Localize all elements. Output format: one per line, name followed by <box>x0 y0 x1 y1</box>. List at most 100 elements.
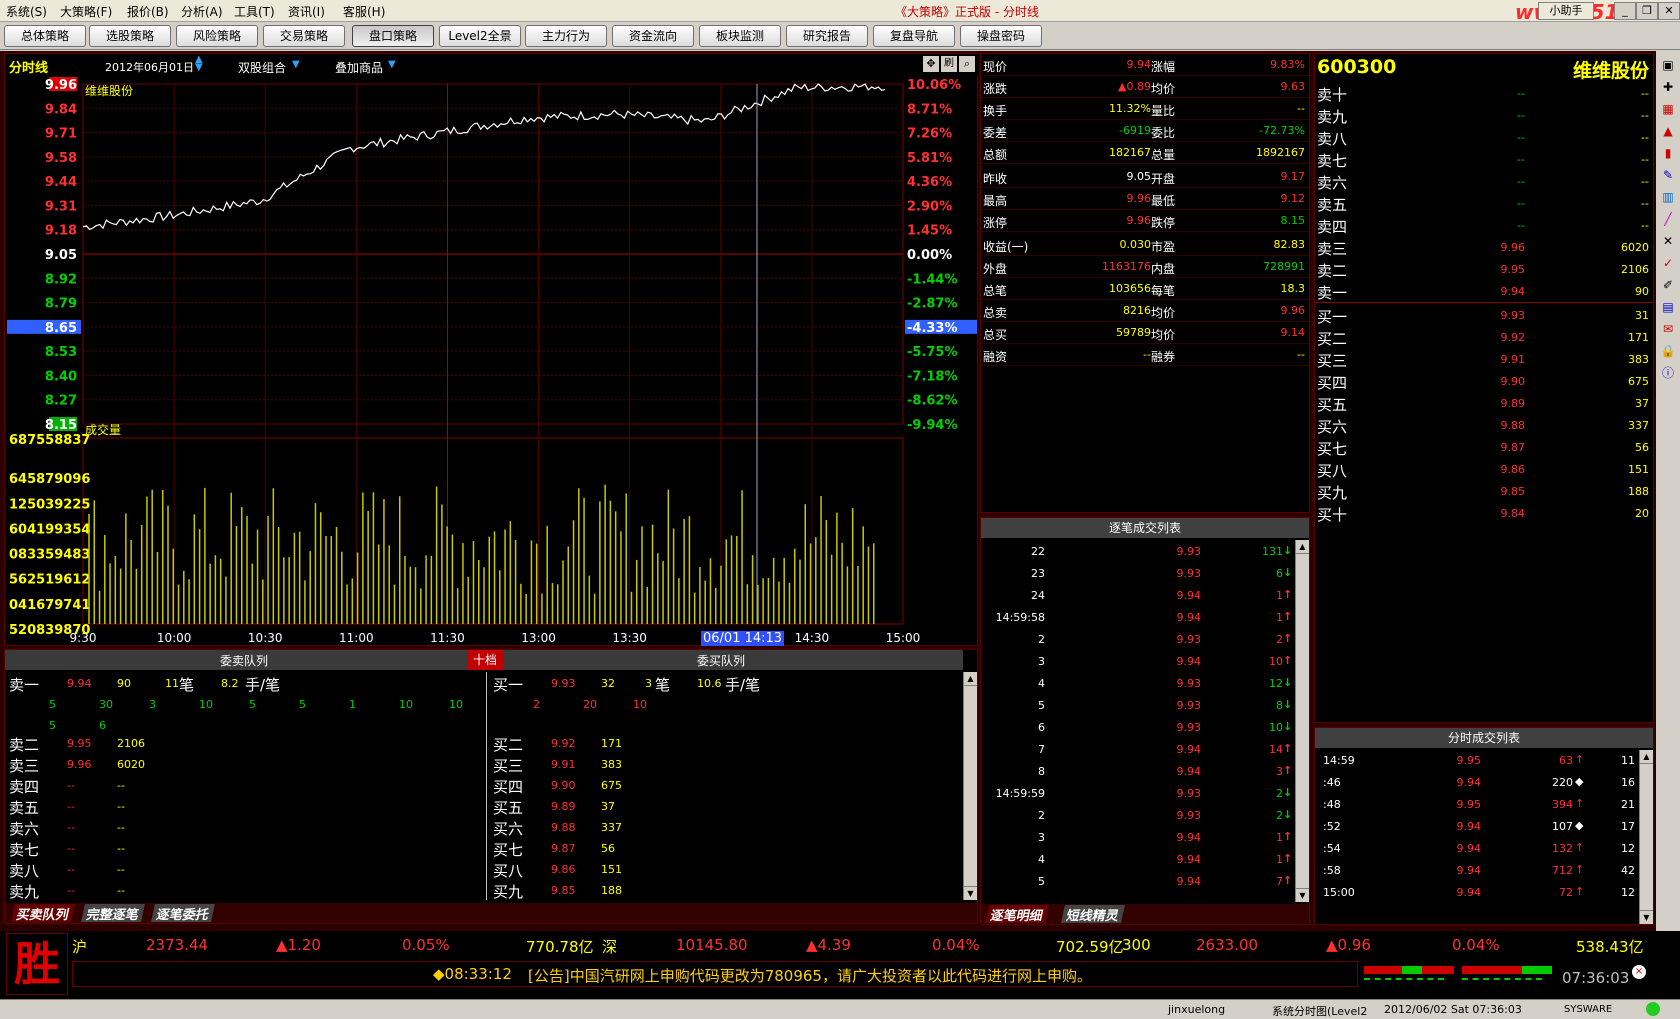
close-icon[interactable]: × <box>1632 965 1646 979</box>
buy-queue-header: 委买队列 <box>697 654 746 668</box>
chevron-down-icon[interactable]: ▼ <box>388 59 396 70</box>
quote-label: 现价 <box>983 60 1008 74</box>
dual-stock-combo[interactable]: 双股组合 <box>238 59 286 76</box>
export-icon[interactable]: ✉ <box>1660 321 1676 337</box>
zoom-icon[interactable]: ⌕ <box>959 56 975 72</box>
table-icon[interactable]: ▥ <box>1660 189 1676 205</box>
price-tick-label: 9.71 <box>45 127 77 142</box>
scroll-down-icon[interactable]: ▼ <box>1640 910 1653 924</box>
toolbar-button-7[interactable]: 资金流向 <box>612 25 694 47</box>
trade-direction-icon: ↓ <box>1283 566 1293 579</box>
minute-count: 12 <box>1621 842 1635 855</box>
menu-item-1[interactable]: 大策略(F) <box>60 3 112 20</box>
scroll-down-icon[interactable]: ▼ <box>1296 888 1309 902</box>
line-icon[interactable]: ╱ <box>1660 211 1676 227</box>
pin-icon[interactable]: ✎ <box>1660 167 1676 183</box>
toolbar-button-11[interactable]: 操盘密码 <box>960 25 1042 47</box>
menu-item-4[interactable]: 工具(T) <box>234 3 275 20</box>
index-change: ▲0.96 <box>1326 936 1371 954</box>
toolbar-button-3[interactable]: 交易策略 <box>263 25 345 47</box>
buy1-avg: 10.6 <box>697 677 722 690</box>
ten-level-button[interactable]: 十档 <box>467 650 503 670</box>
index-row: 沪 2373.44 ▲1.20 0.05% 770.78亿深 10145.80 ▲4.39 0… <box>72 936 1672 958</box>
order-queue-panel: 委卖队列 十档 委买队列 卖一 9.94 90 11 笔 8.2 手/笔 5 30 3 10 5 5 1 1… <box>4 649 978 924</box>
chart-icon[interactable]: ▲ <box>1660 123 1676 139</box>
book-level-volume: -- <box>1641 219 1649 232</box>
trade-tab-1[interactable]: 短线精灵 <box>1061 905 1125 924</box>
menu-item-0[interactable]: 系统(S) <box>6 3 47 20</box>
toolbar-button-2[interactable]: 风险策略 <box>176 25 258 47</box>
monitor-icon[interactable]: ▣ <box>1660 57 1676 73</box>
lock-icon[interactable]: 🔒 <box>1660 343 1676 359</box>
chart-header: 分时线 2012年06月01日 ▲ ▼ 双股组合 ▼ 叠加商品 ▼ ✥ 刷 ⌕ <box>5 54 979 76</box>
toolbar-button-1[interactable]: 选股策略 <box>89 25 171 47</box>
book-level-volume: 337 <box>1628 419 1649 432</box>
grid-icon[interactable]: ▦ <box>1660 101 1676 117</box>
book-level-price: 9.88 <box>1500 419 1526 432</box>
queue-tab-2[interactable]: 逐笔委托 <box>151 904 215 923</box>
menu-item-2[interactable]: 报价(B) <box>127 3 169 20</box>
overlay-combo[interactable]: 叠加商品 <box>335 59 383 76</box>
date-selector[interactable]: 2012年06月01日 <box>105 59 194 75</box>
helper-button[interactable]: 小助手 <box>1538 2 1594 20</box>
toolbar-button-4[interactable]: 盘口策略 <box>352 25 434 47</box>
queue-level-label: 买八 <box>493 862 524 880</box>
scroll-down-icon[interactable]: ▼ <box>964 886 977 900</box>
main-area: 分时线 2012年06月01日 ▲ ▼ 双股组合 ▼ 叠加商品 ▼ ✥ 刷 ⌕ 9… <box>0 51 1680 931</box>
menu-item-5[interactable]: 资讯(I) <box>288 3 325 20</box>
queue-tab-1[interactable]: 完整逐笔 <box>81 904 145 923</box>
grid2-icon[interactable]: ▤ <box>1660 299 1676 315</box>
pencil-icon[interactable]: ✐ <box>1660 277 1676 293</box>
quote-value: ▲0.89 <box>1118 80 1151 93</box>
queue-tab-0[interactable]: 买卖队列 <box>11 904 75 923</box>
queue-level-volume: 6020 <box>117 758 145 771</box>
intraday-chart[interactable]: 9.96 10.06% 9.84 8.71% 9.71 7.26% 9.58 5.81% 9.4… <box>5 76 977 646</box>
queue-scrollbar[interactable]: ▲ ▼ <box>963 672 977 900</box>
toolbar-button-6[interactable]: 主力行为 <box>525 25 607 47</box>
bar-icon[interactable]: ▮ <box>1660 145 1676 161</box>
minute-count: 21 <box>1621 798 1635 811</box>
toolbar-button-8[interactable]: 板块监测 <box>699 25 781 47</box>
info-icon[interactable]: ⓘ <box>1660 365 1676 381</box>
book-level-label: 卖三 <box>1317 240 1348 258</box>
restore-icon[interactable]: ❐ <box>1636 2 1658 20</box>
close-icon[interactable]: ✕ <box>1658 2 1680 20</box>
book-level-price: -- <box>1517 175 1525 188</box>
minute-count: 12 <box>1621 886 1635 899</box>
scroll-up-icon[interactable]: ▲ <box>1640 750 1653 764</box>
chevron-down-icon[interactable]: ▼ <box>292 59 300 70</box>
buy1-count: 3 <box>645 677 652 690</box>
queue-level-volume: -- <box>117 779 125 792</box>
book-level-label: 买十 <box>1317 506 1348 524</box>
queue-level-label: 买二 <box>493 736 524 754</box>
news-ticker[interactable]: ◆08:33:12 [公告]中国汽研网上申购代码更改为780965，请广大投资者… <box>72 961 1358 987</box>
quote-row: 总买 59789 均价 9.14 <box>981 322 1309 344</box>
minute-scrollbar[interactable]: ▲ ▼ <box>1639 750 1653 924</box>
refresh-icon[interactable]: 刷 <box>941 56 957 72</box>
tick-icon[interactable]: ✓ <box>1660 255 1676 271</box>
scroll-up-icon[interactable]: ▲ <box>1296 540 1309 554</box>
quote-label: 内盘 <box>1151 262 1176 276</box>
minimize-icon[interactable]: _ <box>1614 2 1636 20</box>
draw-icon[interactable]: ✕ <box>1660 233 1676 249</box>
trade-scrollbar[interactable]: ▲ ▼ <box>1295 540 1309 902</box>
trade-tab-0[interactable]: 逐笔明细 <box>985 905 1049 924</box>
expand-icon[interactable]: ✥ <box>923 56 939 72</box>
price-tick-label: 9.18 <box>45 224 77 239</box>
menu-item-6[interactable]: 客服(H) <box>343 3 385 20</box>
trade-direction-icon: ↓ <box>1283 676 1293 689</box>
crosshair-icon[interactable]: ✚ <box>1660 79 1676 95</box>
menu-item-3[interactable]: 分析(A) <box>181 3 223 20</box>
tick-trade-panel: 逐笔成交列表 22 9.93 131 ↓ 23 9.93 6 ↓ 24 9.94 1 ↑ 14:59:5… <box>980 517 1310 925</box>
date-spin-icon[interactable]: ▲ ▼ <box>195 55 203 73</box>
toolbar-button-5[interactable]: Level2全景 <box>439 25 521 47</box>
toolbar-button-10[interactable]: 复盘导航 <box>873 25 955 47</box>
minute-time: :58 <box>1323 864 1341 877</box>
volume-tick-label: 604199354 <box>9 522 90 537</box>
intraday-chart-panel[interactable]: 分时线 2012年06月01日 ▲ ▼ 双股组合 ▼ 叠加商品 ▼ ✥ 刷 ⌕ 9… <box>4 53 979 646</box>
book-level-volume: 56 <box>1635 441 1649 454</box>
chart-tab-title[interactable]: 分时线 <box>9 57 48 76</box>
toolbar-button-0[interactable]: 总体策略 <box>4 25 86 47</box>
scroll-up-icon[interactable]: ▲ <box>964 672 977 686</box>
toolbar-button-9[interactable]: 研究报告 <box>786 25 868 47</box>
